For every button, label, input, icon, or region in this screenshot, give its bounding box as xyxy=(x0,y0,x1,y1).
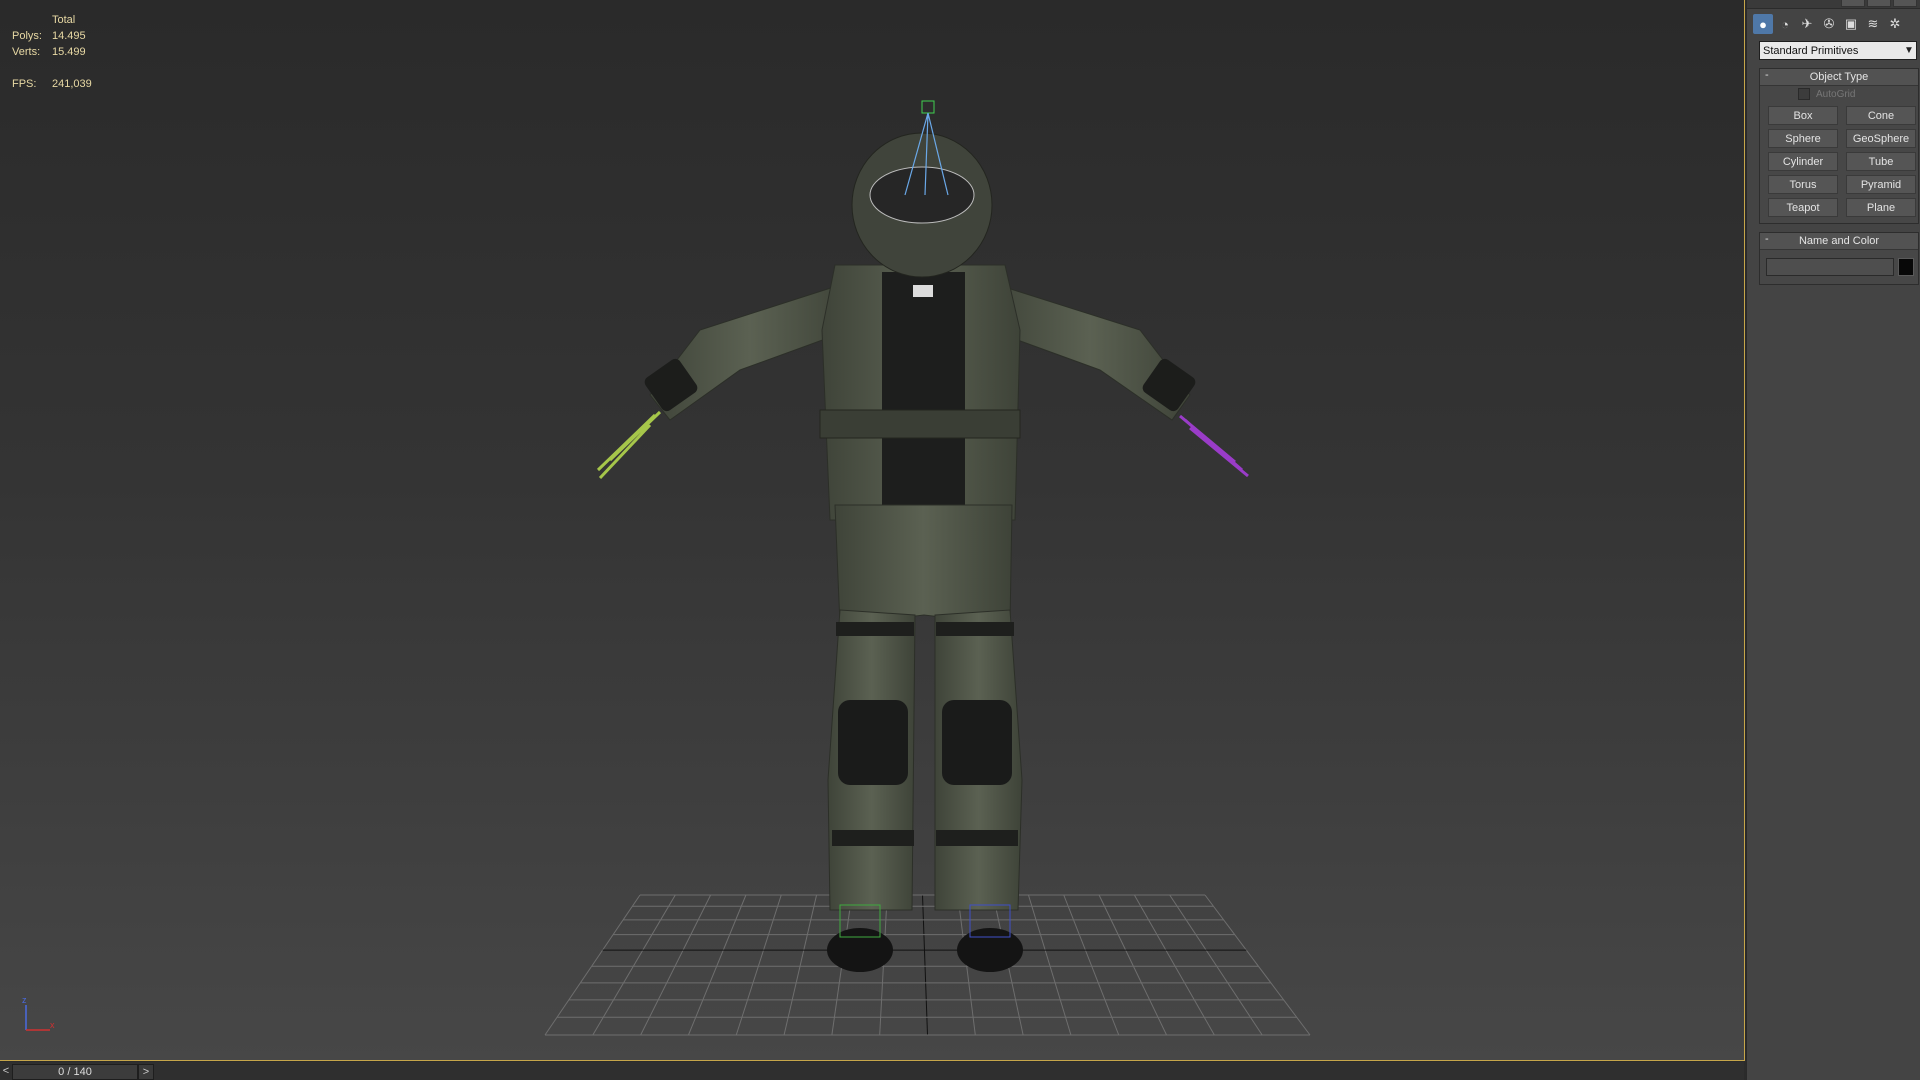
grid-line xyxy=(1204,894,1311,1036)
left-knee-pad xyxy=(838,700,908,785)
grid-line xyxy=(783,894,818,1036)
next-frame-button[interactable]: > xyxy=(138,1064,154,1080)
grid-line xyxy=(735,894,782,1036)
teapot-button[interactable]: Teapot xyxy=(1768,198,1838,217)
lights-icon[interactable]: ✈ xyxy=(1797,14,1817,34)
perspective-viewport[interactable]: Total Polys: 14.495 Verts: 15.499 FPS: 241,… xyxy=(0,0,1745,1061)
chevron-down-icon: ▼ xyxy=(1904,45,1914,56)
grid-line xyxy=(1063,894,1120,1036)
panel-tab[interactable] xyxy=(1893,0,1917,7)
viewport-scene: z x xyxy=(22,100,1311,1036)
object-type-title: Object Type xyxy=(1809,71,1869,83)
grid-line xyxy=(544,894,641,1036)
right-boot xyxy=(957,928,1023,972)
helpers-icon[interactable]: ▣ xyxy=(1841,14,1861,34)
systems-icon[interactable]: ✲ xyxy=(1885,14,1905,34)
panel-tab[interactable] xyxy=(1867,0,1891,7)
visor xyxy=(869,166,975,224)
right-thigh-strap xyxy=(936,622,1014,636)
panel-top-tabs xyxy=(1747,0,1920,9)
home-grid xyxy=(544,894,1311,1036)
plane-button[interactable]: Plane xyxy=(1846,198,1916,217)
category-dropdown[interactable]: Standard Primitives ▼ xyxy=(1759,41,1917,60)
name-and-color-title: Name and Color xyxy=(1798,235,1880,247)
grid-line xyxy=(640,894,712,1036)
category-dropdown-value: Standard Primitives xyxy=(1763,44,1859,57)
primitive-buttons: Box Cone Sphere GeoSphere Cylinder Tube … xyxy=(1760,102,1918,223)
name-and-color-rollout: - Name and Color xyxy=(1759,232,1919,285)
pelvis xyxy=(834,504,1013,626)
object-type-rollout: - Object Type AutoGrid Box Cone Sphere G… xyxy=(1759,68,1919,224)
create-category-bar: ● ◔ ✈ ✇ ▣ ≋ ✲ xyxy=(1747,9,1920,39)
cameras-icon[interactable]: ✇ xyxy=(1819,14,1839,34)
sphere-button[interactable]: Sphere xyxy=(1768,129,1838,148)
grid-line xyxy=(1027,894,1072,1036)
right-knee-pad xyxy=(942,700,1012,785)
left-hand-bones xyxy=(596,410,662,480)
autogrid-checkbox[interactable] xyxy=(1798,88,1810,100)
cylinder-button[interactable]: Cylinder xyxy=(1768,152,1838,171)
grid-line xyxy=(922,894,928,1036)
command-panel: ● ◔ ✈ ✇ ▣ ≋ ✲ Standard Primitives ▼ - Ob… xyxy=(1746,0,1920,1080)
tube-button[interactable]: Tube xyxy=(1846,152,1916,171)
name-and-color-header[interactable]: - Name and Color xyxy=(1760,233,1918,250)
left-shin-strap xyxy=(832,830,914,846)
axis-z-label: z xyxy=(22,995,27,1005)
bomb-suit-character[interactable] xyxy=(596,100,1249,972)
shapes-icon[interactable]: ◔ xyxy=(1775,14,1795,34)
torus-button[interactable]: Torus xyxy=(1768,175,1838,194)
prev-frame-button[interactable]: < xyxy=(0,1064,12,1078)
axis-gizmo: z x xyxy=(22,995,55,1031)
collapse-toggle[interactable]: - xyxy=(1765,69,1769,81)
name-color-row xyxy=(1760,250,1918,284)
cone-button[interactable]: Cone xyxy=(1846,106,1916,125)
axis-x-label: x xyxy=(50,1020,55,1030)
object-type-header[interactable]: - Object Type xyxy=(1760,69,1918,86)
autogrid-option[interactable]: AutoGrid xyxy=(1760,86,1918,102)
belt xyxy=(819,409,1021,439)
left-boot xyxy=(827,928,893,972)
head-bone-helper xyxy=(921,100,935,114)
grid-line xyxy=(592,894,676,1036)
time-slider: < 0 / 140 > xyxy=(0,1062,1744,1080)
object-color-swatch[interactable] xyxy=(1898,258,1914,276)
grid-line xyxy=(1169,894,1263,1036)
box-button[interactable]: Box xyxy=(1768,106,1838,125)
object-name-field[interactable] xyxy=(1766,258,1895,276)
pyramid-button[interactable]: Pyramid xyxy=(1846,175,1916,194)
right-hand-bones xyxy=(1179,414,1249,478)
time-slider-thumb[interactable]: 0 / 140 xyxy=(12,1064,138,1080)
panel-tab[interactable] xyxy=(1841,0,1865,7)
chest-badge xyxy=(913,285,933,297)
grid-line xyxy=(1133,894,1215,1036)
spacewarps-icon[interactable]: ≋ xyxy=(1863,14,1883,34)
grid-line xyxy=(1098,894,1168,1036)
geosphere-button[interactable]: GeoSphere xyxy=(1846,129,1916,148)
autogrid-label: AutoGrid xyxy=(1816,88,1856,100)
left-thigh-strap xyxy=(836,622,914,636)
right-shin-strap xyxy=(936,830,1018,846)
grid-line xyxy=(687,894,747,1036)
collapse-toggle[interactable]: - xyxy=(1765,233,1769,245)
create-geometry-icon[interactable]: ● xyxy=(1753,14,1773,34)
